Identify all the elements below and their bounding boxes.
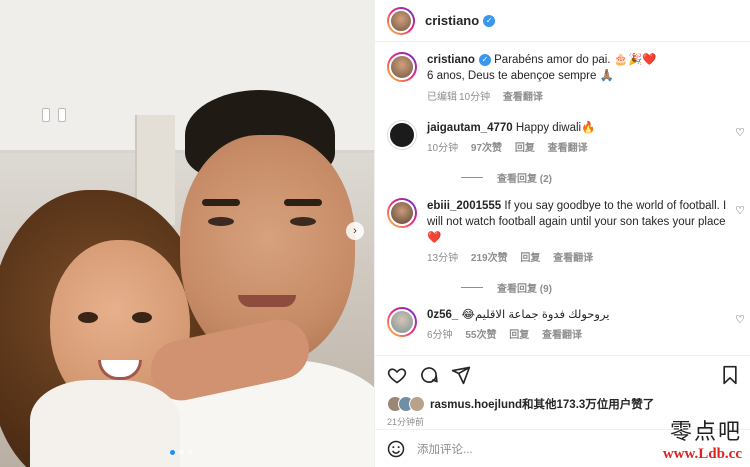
caption-time: 10分钟 [459, 92, 491, 103]
comment-likes[interactable]: 55次赞 [465, 330, 496, 341]
avatar [409, 396, 425, 412]
add-comment-input[interactable]: 添加评论... [417, 441, 473, 457]
comment-likes[interactable]: 97次赞 [471, 143, 502, 154]
comment-time: 13分钟 [427, 253, 459, 264]
heart-icon[interactable]: ♡ [735, 313, 745, 326]
caption-username[interactable]: cristiano [427, 54, 475, 66]
translate-button[interactable]: 查看翻译 [553, 253, 593, 264]
photo-child-shirt [30, 380, 180, 467]
caption-text-line2: 6 anos, Deus te abençoe sempre 🙏🏽 [427, 70, 614, 82]
watermark: 零点吧 www.Ldb.cc [663, 414, 742, 463]
bookmark-icon[interactable] [721, 365, 739, 385]
view-replies-label: 查看回复 (2) [497, 174, 552, 185]
photo-man [160, 90, 374, 467]
avatar[interactable] [387, 120, 417, 150]
ceiling-spotlight [42, 108, 50, 122]
post-photo[interactable]: › [0, 0, 374, 467]
caption-translate[interactable]: 查看翻译 [503, 92, 543, 103]
carousel-dots [170, 450, 193, 455]
comments-list: cristiano ✓ Parabéns amor do pai. 🎂🎉❤️ 6 … [375, 52, 750, 344]
comment-item: ebiii_2001555 If you say goodbye to the … [375, 198, 750, 267]
comment-time: 10分钟 [427, 143, 459, 154]
heart-icon[interactable]: ♡ [735, 126, 745, 139]
reply-button[interactable]: 回复 [520, 253, 540, 264]
heart-icon[interactable] [387, 365, 407, 385]
translate-button[interactable]: 查看翻译 [542, 330, 582, 341]
avatar[interactable] [387, 6, 415, 35]
comment-username[interactable]: ebiii_2001555 [427, 200, 501, 212]
comment-icon[interactable] [419, 365, 439, 385]
comment-username[interactable]: 0z56_ [427, 309, 458, 321]
verified-icon: ✓ [478, 54, 491, 66]
watermark-url: www.Ldb.cc [662, 446, 742, 462]
reply-button[interactable]: 回复 [515, 143, 535, 154]
comment-time: 6分钟 [427, 330, 453, 341]
comment-item: jaigautam_4770 Happy diwali🔥 10分钟 97次赞 回… [375, 120, 750, 157]
comment-likes[interactable]: 219次赞 [471, 253, 508, 264]
caption-edited: 已编辑 [427, 92, 457, 103]
likes-text[interactable]: rasmus.hoejlund和其他173.3万位用户赞了 [430, 396, 654, 412]
view-replies-button[interactable]: 查看回复 (2) [461, 170, 750, 185]
carousel-dot-active [170, 450, 175, 455]
translate-button[interactable]: 查看翻译 [548, 143, 588, 154]
likes-summary[interactable]: rasmus.hoejlund和其他173.3万位用户赞了 [387, 396, 739, 412]
watermark-cn: 零点吧 [669, 420, 742, 445]
avatar[interactable] [387, 198, 417, 228]
comment-text: يروحولك فدوة جماعة الاقليم😂 [461, 309, 610, 321]
comment-username[interactable]: jaigautam_4770 [427, 122, 513, 134]
header-username[interactable]: cristiano [425, 13, 479, 28]
post-header: cristiano ✓ [375, 0, 750, 42]
carousel-next-button[interactable]: › [346, 222, 364, 240]
carousel-dot [188, 450, 193, 455]
comment-text: Happy diwali🔥 [515, 122, 596, 134]
smile-icon[interactable] [387, 440, 405, 458]
ceiling-spotlight [58, 108, 66, 122]
caption-text-line1: Parabéns amor do pai. 🎂🎉❤️ [494, 54, 657, 66]
verified-icon: ✓ [483, 14, 496, 27]
chevron-right-icon: › [353, 225, 357, 237]
view-replies-button[interactable]: 查看回复 (9) [461, 280, 750, 295]
caption: cristiano ✓ Parabéns amor do pai. 🎂🎉❤️ 6 … [375, 52, 750, 114]
heart-icon[interactable]: ♡ [735, 204, 745, 217]
comment-item: 0z56_ يروحولك فدوة جماعة الاقليم😂 6分钟 55… [375, 307, 750, 344]
avatar[interactable] [387, 52, 417, 82]
share-icon[interactable] [451, 365, 471, 385]
view-replies-label: 查看回复 (9) [497, 284, 552, 295]
reply-button[interactable]: 回复 [509, 330, 529, 341]
post-details-panel: cristiano ✓ cristiano ✓ Parabéns amor do … [374, 0, 750, 467]
carousel-dot [179, 450, 184, 455]
avatar[interactable] [387, 307, 417, 337]
